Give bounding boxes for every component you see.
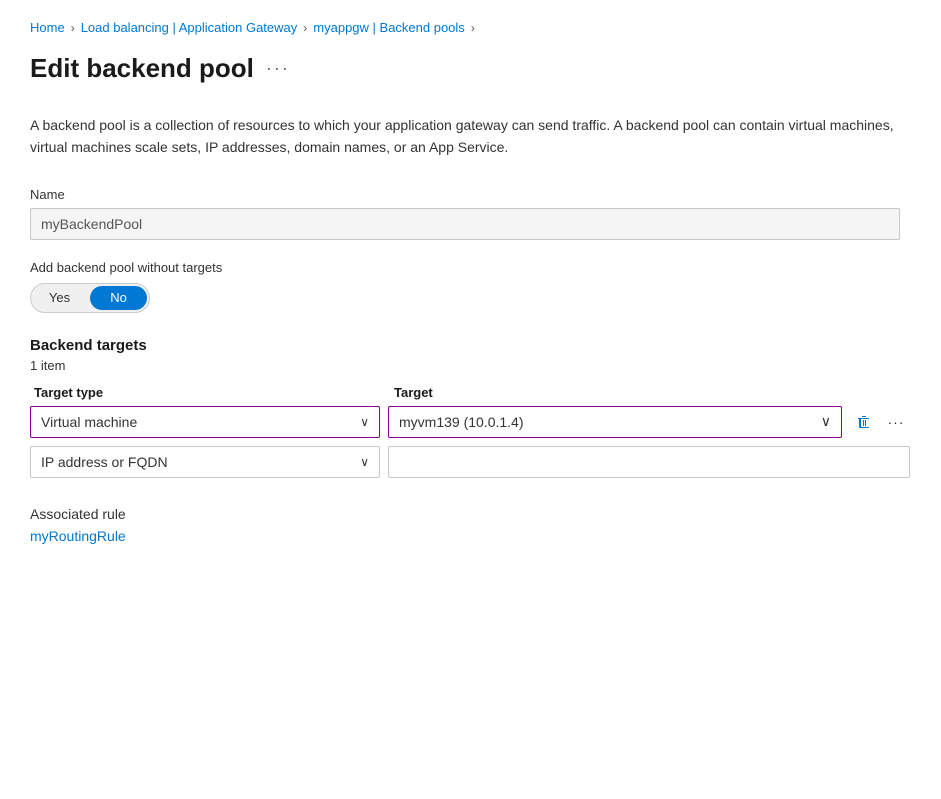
more-button-1[interactable]: ···	[882, 408, 910, 436]
toggle-no[interactable]: No	[90, 286, 147, 310]
toggle-control[interactable]: Yes No	[30, 283, 150, 313]
breadcrumb-load-balancing[interactable]: Load balancing | Application Gateway	[81, 20, 298, 35]
page-title: Edit backend pool	[30, 53, 254, 84]
name-input[interactable]	[30, 208, 900, 240]
col-header-target-type: Target type	[30, 385, 390, 400]
target-type-value-2: IP address or FQDN	[41, 454, 168, 470]
delete-button-1[interactable]	[850, 408, 878, 436]
target-type-dropdown-2[interactable]: IP address or FQDN ∨	[30, 446, 380, 478]
backend-targets-section: Backend targets 1 item Target type Targe…	[30, 337, 911, 478]
backend-targets-title: Backend targets	[30, 337, 911, 354]
trash-icon	[856, 414, 872, 430]
row-actions-1: ···	[850, 408, 910, 436]
chevron-down-icon-2: ∨	[821, 413, 831, 430]
table-row: IP address or FQDN ∨	[30, 446, 910, 478]
col-header-target: Target	[390, 385, 910, 400]
chevron-down-icon-1: ∨	[360, 415, 369, 429]
target-input-2[interactable]	[388, 446, 910, 478]
associated-rule-section: Associated rule myRoutingRule	[30, 506, 911, 544]
chevron-down-icon-3: ∨	[360, 455, 369, 469]
target-type-value-1: Virtual machine	[41, 414, 137, 430]
description-text: A backend pool is a collection of resour…	[30, 114, 900, 159]
target-type-dropdown-1[interactable]: Virtual machine ∨	[30, 406, 380, 438]
targets-table: Target type Target Virtual machine ∨ myv…	[30, 385, 910, 478]
name-field-section: Name	[30, 187, 911, 240]
breadcrumb-sep-3: ›	[471, 21, 475, 35]
page-title-row: Edit backend pool ···	[30, 53, 911, 84]
item-count: 1 item	[30, 358, 911, 373]
table-row: Virtual machine ∨ myvm139 (10.0.1.4) ∨ ·…	[30, 406, 910, 438]
name-label: Name	[30, 187, 911, 202]
page-more-button[interactable]: ···	[266, 58, 290, 79]
toggle-yes[interactable]: Yes	[31, 284, 88, 312]
breadcrumb-sep-1: ›	[71, 21, 75, 35]
toggle-label: Add backend pool without targets	[30, 260, 911, 275]
breadcrumb: Home › Load balancing | Application Gate…	[30, 20, 911, 35]
breadcrumb-home[interactable]: Home	[30, 20, 65, 35]
target-dropdown-1[interactable]: myvm139 (10.0.1.4) ∨	[388, 406, 842, 438]
toggle-section: Add backend pool without targets Yes No	[30, 260, 911, 313]
targets-header: Target type Target	[30, 385, 910, 400]
breadcrumb-backend-pools[interactable]: myappgw | Backend pools	[313, 20, 465, 35]
page-container: Home › Load balancing | Application Gate…	[0, 0, 941, 799]
routing-rule-link[interactable]: myRoutingRule	[30, 528, 126, 544]
breadcrumb-sep-2: ›	[303, 21, 307, 35]
target-value-1: myvm139 (10.0.1.4)	[399, 414, 524, 430]
associated-rule-label: Associated rule	[30, 506, 911, 522]
